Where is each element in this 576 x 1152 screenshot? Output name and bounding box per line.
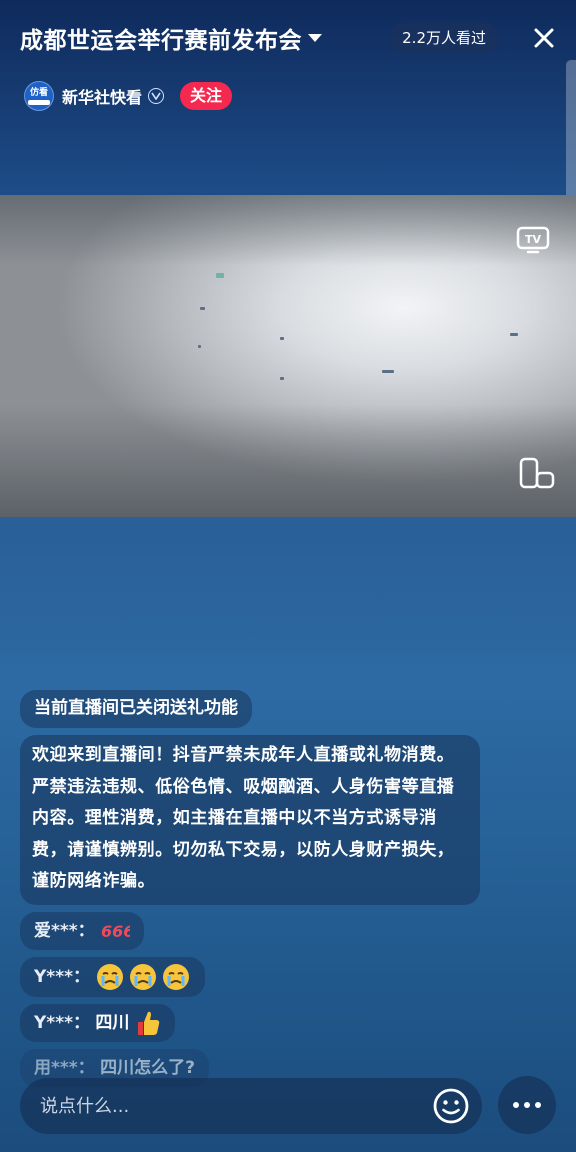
chat-text: 四川 xyxy=(95,1012,130,1033)
chat-text: 四川怎么了? xyxy=(100,1057,195,1078)
comment-bar xyxy=(20,1078,482,1134)
side-handle[interactable] xyxy=(566,60,576,210)
rotate-screen-icon xyxy=(519,457,555,489)
more-icon xyxy=(513,1102,519,1108)
video-speck xyxy=(198,345,201,348)
viewer-count[interactable]: 2.2万人看过 xyxy=(390,22,498,54)
more-icon xyxy=(535,1102,541,1108)
chat-message[interactable]: Y***： xyxy=(20,956,206,997)
video-vignette xyxy=(0,195,576,517)
chat-message[interactable]: 爱***： 666 xyxy=(20,911,145,950)
live-room: { "header": { "title": "成都世运会举行赛前发布会", "… xyxy=(0,0,576,1152)
chat-username[interactable]: 爱***： xyxy=(34,921,95,941)
chat-panel: 当前直播间已关闭送礼功能 欢迎来到直播间！抖音严禁未成年人直播或礼物消费。严禁违… xyxy=(20,690,490,1094)
tv-cast-icon: TV xyxy=(516,226,550,254)
close-button[interactable] xyxy=(526,20,562,56)
chat-message[interactable]: Y***： 四川 xyxy=(20,1003,175,1042)
video-speck xyxy=(216,273,224,278)
video-speck xyxy=(280,377,284,380)
svg-text:666: 666 xyxy=(101,922,130,941)
close-icon xyxy=(534,28,554,48)
more-button[interactable] xyxy=(498,1076,556,1134)
666-icon: 666 xyxy=(101,922,130,941)
comment-input[interactable] xyxy=(40,1078,420,1134)
live-title[interactable]: 成都世运会举行赛前发布会 xyxy=(20,21,302,55)
video-player[interactable]: TV xyxy=(0,195,576,517)
svg-text:TV: TV xyxy=(525,233,542,246)
thumbs-up-icon xyxy=(137,1011,160,1035)
top-bar: 成都世运会举行赛前发布会 2.2万人看过 xyxy=(20,18,562,58)
video-speck xyxy=(200,307,205,310)
crying-face-icon xyxy=(97,963,190,990)
author-row: 仿看 新华社快看 关注 xyxy=(24,80,233,112)
emoji-icon xyxy=(433,1088,469,1124)
system-notice: 当前直播间已关闭送礼功能 xyxy=(20,690,252,728)
verified-icon xyxy=(148,88,165,104)
author-name[interactable]: 新华社快看 xyxy=(62,84,142,108)
avatar-label: 仿看 xyxy=(29,87,48,98)
video-speck xyxy=(510,333,518,336)
chat-username[interactable]: Y***： xyxy=(34,1013,90,1033)
rotate-screen-button[interactable] xyxy=(518,457,556,491)
welcome-notice: 欢迎来到直播间！抖音严禁未成年人直播或礼物消费。严禁违法违规、低俗色情、吸烟酗酒… xyxy=(20,735,480,905)
caret-down-icon[interactable] xyxy=(308,34,322,42)
follow-button[interactable]: 关注 xyxy=(180,82,233,110)
tv-cast-button[interactable]: TV xyxy=(516,225,550,255)
avatar[interactable]: 仿看 xyxy=(24,81,54,111)
video-speck xyxy=(280,337,284,340)
video-speck xyxy=(382,370,394,373)
emoji-button[interactable] xyxy=(432,1087,470,1125)
avatar-bar xyxy=(28,99,50,105)
chat-username[interactable]: 用***： xyxy=(34,1058,95,1078)
more-icon xyxy=(524,1102,530,1108)
chat-username[interactable]: Y***： xyxy=(34,967,90,987)
